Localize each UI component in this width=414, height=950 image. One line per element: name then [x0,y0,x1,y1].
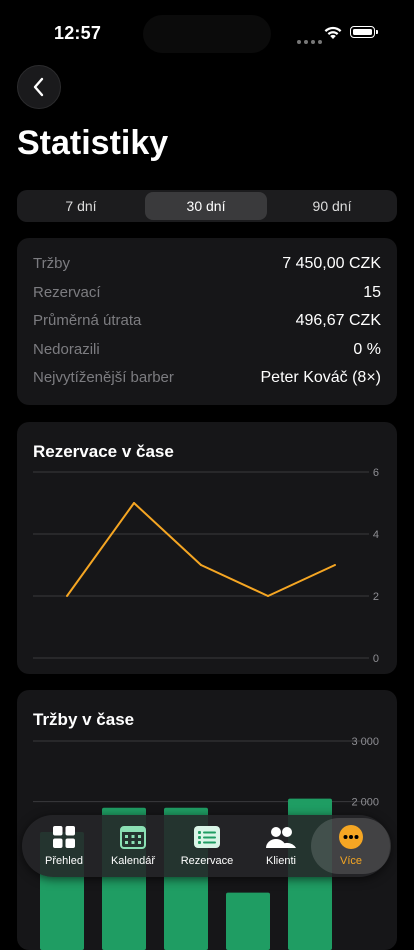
stat-value: 15 [363,284,381,301]
cellular-signal-icon [297,31,325,49]
y-tick-label: 2 000 [351,797,379,809]
status-bar: 12:57 [0,0,414,60]
tab-calendar[interactable]: Kalendář [98,815,168,877]
grid-icon [53,826,75,848]
reservations-chart-card: Rezervace v čase 0246 [17,422,397,674]
stats-card: Tržby 7 450,00 CZK Rezervací 15 Průměrná… [17,238,397,405]
data-point [334,564,336,566]
stat-label: Nedorazili [33,341,100,358]
tab-label: Více [339,855,362,867]
stat-label: Rezervací [33,284,101,301]
stat-label: Průměrná útrata [33,312,142,329]
tab-overview[interactable]: Přehled [29,815,99,877]
tab-reservations[interactable]: Rezervace [172,815,242,877]
people-icon [266,827,296,848]
calendar-icon [120,826,146,849]
tab-clients[interactable]: Klienti [246,815,316,877]
tab-label: Klienti [266,855,296,867]
period-30-days[interactable]: 30 dní [145,192,267,220]
stat-value: 496,67 CZK [295,312,381,329]
chevron-left-icon [33,77,44,97]
stat-row-busiest-barber: Nejvytíženější barber Peter Kováč (8×) [33,369,381,391]
series-line [66,502,336,597]
stat-value: 7 450,00 CZK [282,255,381,272]
list-icon [194,826,220,848]
status-time: 12:57 [54,23,102,43]
stat-label: Tržby [33,255,70,272]
stat-row-reservations: Rezervací 15 [33,284,381,306]
data-point [267,595,269,597]
tab-more[interactable]: Více [311,815,391,877]
bar [226,892,270,950]
stat-label: Nejvytíženější barber [33,369,174,386]
period-7-days[interactable]: 7 dní [19,192,143,220]
stat-value: 0 % [353,341,381,358]
stat-row-average-spend: Průměrná útrata 496,67 CZK [33,312,381,334]
y-tick-label: 4 [373,529,379,541]
y-tick-label: 3 000 [351,736,379,748]
dynamic-island [143,15,271,53]
stat-row-revenue: Tržby 7 450,00 CZK [33,255,381,277]
tab-bar: Přehled Kalendář Rezervace Klienti Více [22,815,391,877]
page-title: Statistiky [17,124,169,162]
more-icon [339,825,363,849]
data-point [133,502,135,504]
stat-row-no-show: Nedorazili 0 % [33,341,381,363]
y-tick-label: 6 [373,467,379,479]
tab-label: Rezervace [180,855,234,867]
stat-value: Peter Kováč (8×) [260,369,382,386]
wifi-icon [324,26,342,39]
tab-label: Přehled [45,855,83,867]
period-selector: 7 dní 30 dní 90 dní [17,190,397,222]
data-point [200,564,202,566]
y-tick-label: 2 [373,591,379,603]
tab-label: Kalendář [110,855,156,867]
reservations-line-chart: 0 2 4 6 [33,467,379,665]
data-point [66,595,68,597]
battery-icon [350,26,378,38]
period-90-days[interactable]: 90 dní [269,192,395,220]
back-button[interactable] [17,65,61,109]
y-tick-label: 0 [373,653,379,665]
